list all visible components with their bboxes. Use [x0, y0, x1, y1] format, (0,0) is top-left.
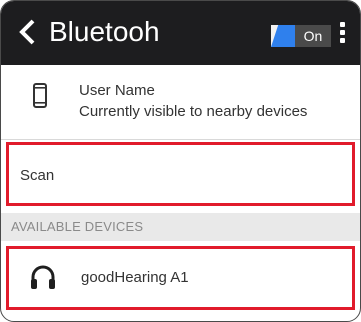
back-button[interactable] [15, 15, 39, 49]
more-vert-icon [335, 22, 349, 43]
available-device-row[interactable]: goodHearing A1 [6, 246, 355, 310]
device-name: User Name [79, 82, 155, 99]
toggle-knob [271, 25, 295, 47]
available-device-name: goodHearing A1 [81, 269, 189, 286]
this-device-row: User Name Currently visible to nearby de… [1, 65, 360, 140]
scan-button[interactable]: Scan [6, 142, 355, 206]
scan-label: Scan [20, 167, 55, 184]
headphones-icon [31, 265, 55, 289]
chevron-left-icon [19, 19, 35, 45]
available-devices-header: AVAILABLE DEVICES [1, 213, 360, 241]
phone-icon [33, 83, 47, 108]
visibility-status: Currently visible to nearby devices [79, 103, 308, 120]
device-screen: Bluetooh On User Name Currently visible … [0, 0, 361, 322]
app-bar: Bluetooh On [1, 1, 360, 65]
toggle-state-label: On [295, 25, 331, 47]
section-header-label: AVAILABLE DEVICES [11, 219, 144, 234]
page-title: Bluetooh [49, 16, 160, 47]
bluetooth-toggle[interactable]: On [271, 25, 331, 47]
overflow-menu-button[interactable] [335, 19, 349, 49]
